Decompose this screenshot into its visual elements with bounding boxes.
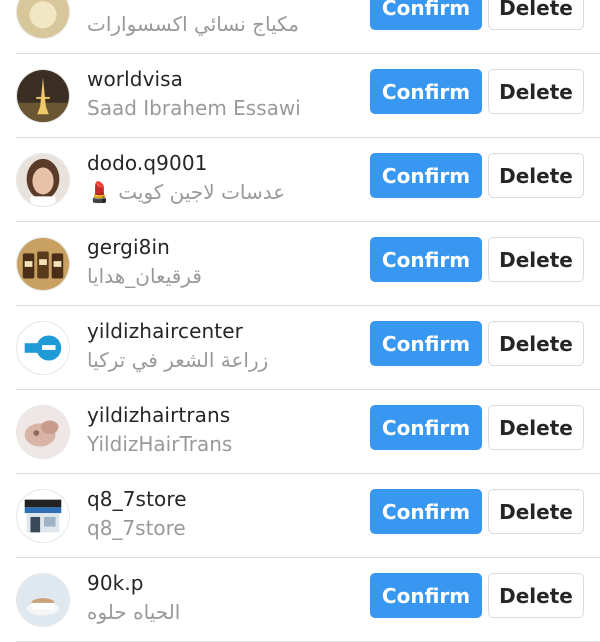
avatar[interactable] [16, 237, 70, 291]
confirm-button[interactable]: Confirm [370, 405, 482, 450]
delete-button[interactable]: Delete [488, 573, 584, 618]
confirm-button[interactable]: Confirm [370, 489, 482, 534]
avatar[interactable] [16, 489, 70, 543]
delete-button[interactable]: Delete [488, 153, 584, 198]
list-item: gergi8in قرقيعان_هدايا Confirm Delete [0, 222, 600, 306]
list-item: q8_7store q8_7store Confirm Delete [0, 474, 600, 558]
woman-portrait-icon [17, 154, 69, 206]
username[interactable]: yildizhairtrans [87, 403, 230, 427]
confirm-button[interactable]: Confirm [370, 321, 482, 366]
list-item: worldvisa Saad Ibrahem Essawi Confirm De… [0, 54, 600, 138]
full-name: عدسات لاجين كويت 💄 [87, 180, 286, 204]
username[interactable]: worldvisa [87, 67, 183, 91]
delete-button[interactable]: Delete [488, 321, 584, 366]
username[interactable]: yildizhaircenter [87, 319, 243, 343]
follow-request-list: مكياج نسائي اكسسوارات Confirm Delete wor… [0, 0, 600, 642]
full-name: قرقيعان_هدايا [87, 264, 202, 288]
avatar[interactable] [16, 321, 70, 375]
hair-treatment-icon [17, 406, 69, 458]
confirm-button[interactable]: Confirm [370, 69, 482, 114]
yildiz-hair-logo-icon [17, 322, 69, 374]
list-item: 90k.p الحياه حلوه Confirm Delete [0, 558, 600, 642]
delete-button[interactable]: Delete [488, 69, 584, 114]
storefront-icon [17, 490, 69, 542]
confirm-button[interactable]: Confirm [370, 153, 482, 198]
delete-button[interactable]: Delete [488, 405, 584, 450]
teacup-icon [17, 574, 69, 626]
gift-jars-icon [17, 238, 69, 290]
full-name: Saad Ibrahem Essawi [87, 96, 301, 120]
list-item: yildizhaircenter زراعة الشعر في تركيا Co… [0, 306, 600, 390]
full-name: مكياج نسائي اكسسوارات [87, 12, 299, 36]
confirm-button[interactable]: Confirm [370, 0, 482, 30]
confirm-button[interactable]: Confirm [370, 237, 482, 282]
username[interactable]: q8_7store [87, 487, 187, 511]
avatar[interactable] [16, 69, 70, 123]
avatar[interactable] [16, 0, 70, 39]
list-item: yildizhairtrans YildizHairTrans Confirm … [0, 390, 600, 474]
full-name: YildizHairTrans [87, 432, 233, 456]
full-name: الحياه حلوه [87, 600, 181, 624]
avatar[interactable] [16, 573, 70, 627]
list-item: مكياج نسائي اكسسوارات Confirm Delete [0, 0, 600, 54]
avatar[interactable] [16, 405, 70, 459]
avatar[interactable] [16, 153, 70, 207]
avatar-icon [17, 0, 69, 38]
full-name: q8_7store [87, 516, 186, 540]
username[interactable]: 90k.p [87, 571, 144, 595]
username[interactable]: gergi8in [87, 235, 170, 259]
delete-button[interactable]: Delete [488, 237, 584, 282]
full-name: زراعة الشعر في تركيا [87, 348, 269, 372]
delete-button[interactable]: Delete [488, 0, 584, 30]
username[interactable]: dodo.q9001 [87, 151, 207, 175]
list-item: dodo.q9001 عدسات لاجين كويت 💄 Confirm De… [0, 138, 600, 222]
confirm-button[interactable]: Confirm [370, 573, 482, 618]
delete-button[interactable]: Delete [488, 489, 584, 534]
eiffel-tower-icon [17, 70, 69, 122]
